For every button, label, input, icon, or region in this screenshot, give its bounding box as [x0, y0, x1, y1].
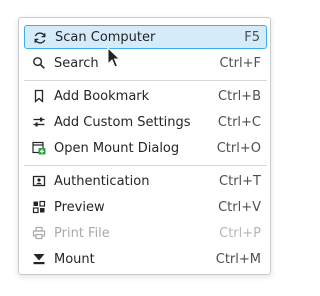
- menu-item-mount[interactable]: Mount Ctrl+M: [24, 247, 267, 271]
- menu-separator: [24, 80, 267, 81]
- menu-item-shortcut: Ctrl+F: [219, 55, 261, 71]
- menu-item-label: Search: [54, 55, 99, 71]
- printer-icon: [32, 226, 46, 240]
- menu-item-label: Print File: [54, 225, 110, 241]
- menu-item-label: Mount: [54, 251, 95, 267]
- menu-item-print-file: Print File Ctrl+P: [24, 221, 267, 245]
- settings-sliders-icon: [32, 115, 46, 129]
- menu-item-preview[interactable]: Preview Ctrl+V: [24, 195, 267, 219]
- menu-item-label: Add Custom Settings: [54, 114, 191, 130]
- menu-item-shortcut: Ctrl+P: [219, 225, 261, 241]
- menu-item-open-mount-dialog[interactable]: Open Mount Dialog Ctrl+O: [24, 136, 267, 160]
- bookmark-icon: [32, 89, 46, 103]
- menu-item-add-bookmark[interactable]: Add Bookmark Ctrl+B: [24, 84, 267, 108]
- menu-item-add-custom-settings[interactable]: Add Custom Settings Ctrl+C: [24, 110, 267, 134]
- context-menu: Scan Computer F5 Search Ctrl+F Add Bookm…: [18, 17, 271, 275]
- menu-item-authentication[interactable]: Authentication Ctrl+T: [24, 169, 267, 193]
- menu-item-label: Scan Computer: [55, 29, 156, 45]
- menu-item-label: Authentication: [54, 173, 150, 189]
- menu-item-search[interactable]: Search Ctrl+F: [24, 51, 267, 75]
- menu-item-label: Open Mount Dialog: [54, 140, 180, 156]
- menu-item-shortcut: Ctrl+O: [216, 140, 261, 156]
- menu-item-shortcut: F5: [244, 29, 260, 45]
- mount-dialog-icon: [32, 141, 46, 155]
- preview-grid-icon: [32, 200, 46, 214]
- refresh-icon: [33, 31, 47, 45]
- menu-item-shortcut: Ctrl+M: [215, 251, 261, 267]
- menu-separator: [24, 165, 267, 166]
- authentication-icon: [32, 174, 46, 188]
- search-icon: [32, 56, 46, 70]
- menu-item-label: Add Bookmark: [54, 88, 150, 104]
- menu-item-label: Preview: [54, 199, 105, 215]
- menu-item-scan-computer[interactable]: Scan Computer F5: [24, 25, 267, 49]
- mount-icon: [32, 252, 46, 266]
- menu-item-shortcut: Ctrl+C: [217, 114, 261, 130]
- mouse-cursor-icon: [107, 47, 121, 68]
- menu-item-shortcut: Ctrl+B: [218, 88, 261, 104]
- menu-item-shortcut: Ctrl+T: [219, 173, 261, 189]
- menu-item-shortcut: Ctrl+V: [218, 199, 261, 215]
